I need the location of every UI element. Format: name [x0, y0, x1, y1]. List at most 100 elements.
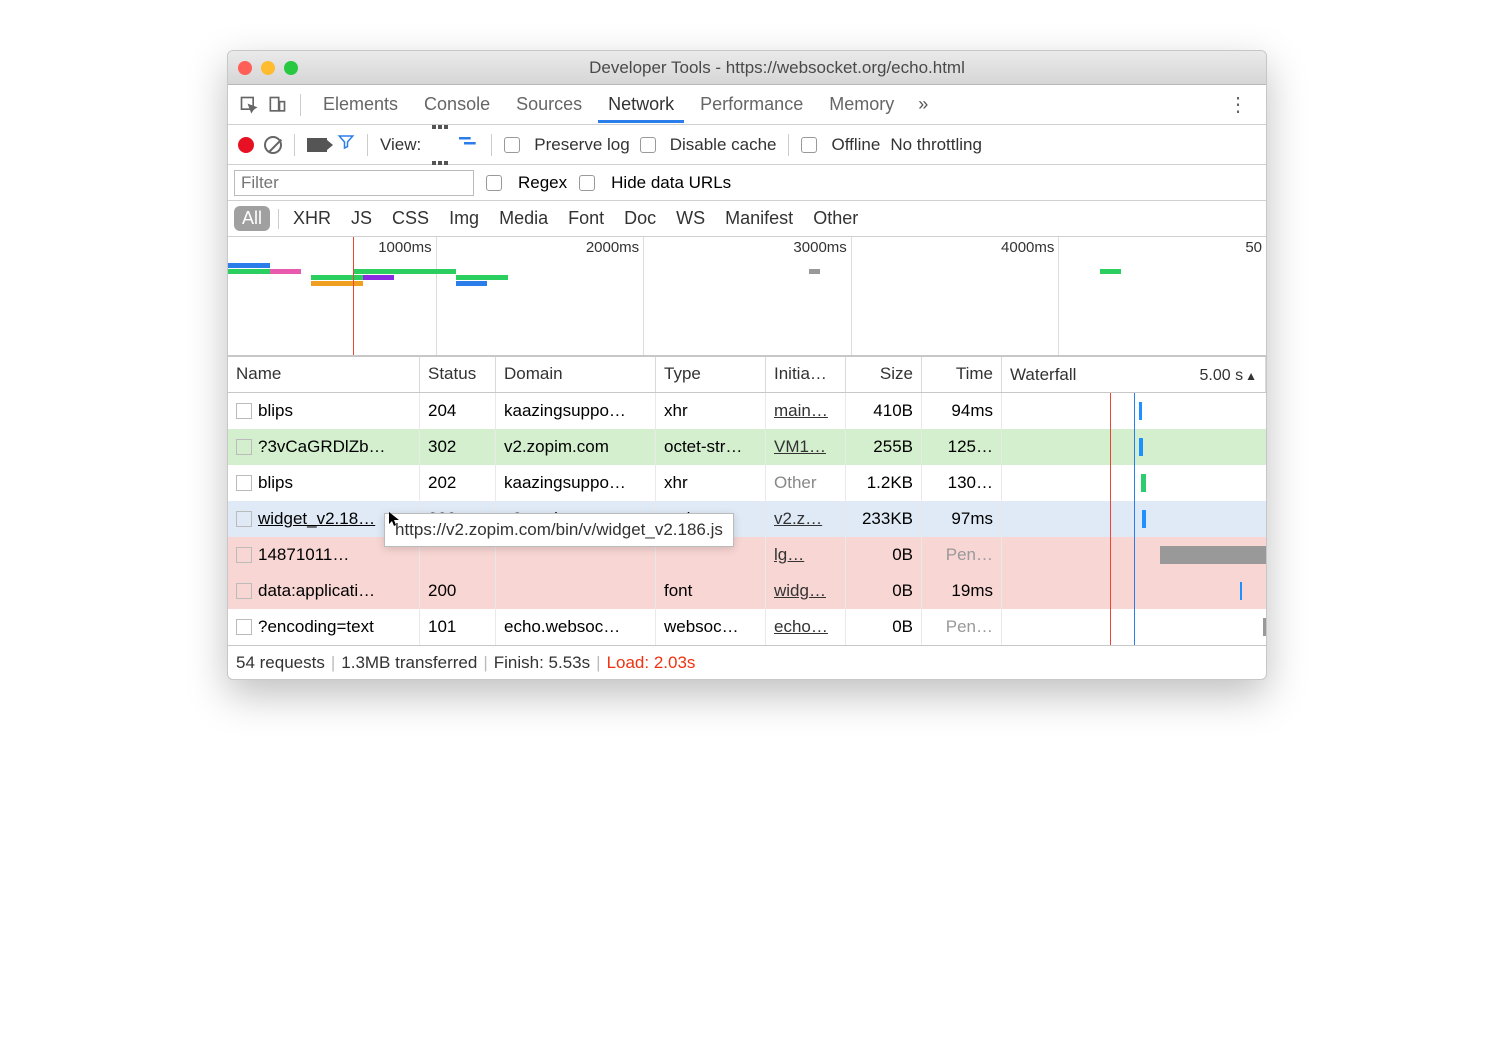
type-filter-js[interactable]: JS — [345, 206, 378, 231]
request-name: ?encoding=text — [258, 617, 374, 637]
request-initiator[interactable]: v2.z… — [774, 509, 822, 529]
request-name: widget_v2.18… — [258, 509, 375, 529]
request-size: 233KB — [846, 501, 922, 537]
request-waterfall — [1002, 609, 1266, 645]
divider — [491, 134, 492, 156]
more-tabs-icon[interactable]: » — [910, 94, 936, 115]
divider — [278, 209, 279, 229]
type-filter-other[interactable]: Other — [807, 206, 864, 231]
file-icon — [236, 475, 252, 491]
file-icon — [236, 511, 252, 527]
status-bar: 54 requests | 1.3MB transferred | Finish… — [228, 645, 1266, 679]
request-time: 19ms — [922, 573, 1002, 609]
col-header-name[interactable]: Name — [228, 357, 420, 392]
type-filter-xhr[interactable]: XHR — [287, 206, 337, 231]
file-icon — [236, 619, 252, 635]
request-type: websoc… — [656, 609, 766, 645]
request-time: Pen… — [922, 537, 1002, 573]
request-domain: kaazingsuppo… — [496, 393, 656, 429]
type-filter-all[interactable]: All — [234, 206, 270, 231]
filter-input[interactable] — [234, 170, 474, 196]
filter-bar: Regex Hide data URLs — [228, 165, 1266, 201]
status-transferred: 1.3MB transferred — [341, 653, 477, 673]
type-filter-ws[interactable]: WS — [670, 206, 711, 231]
type-filter-css[interactable]: CSS — [386, 206, 435, 231]
request-name: blips — [258, 473, 293, 493]
tab-elements[interactable]: Elements — [313, 86, 408, 123]
col-header-domain[interactable]: Domain — [496, 357, 656, 392]
tab-sources[interactable]: Sources — [506, 86, 592, 123]
request-waterfall — [1002, 573, 1266, 609]
request-waterfall — [1002, 537, 1266, 573]
tab-network[interactable]: Network — [598, 86, 684, 123]
request-size: 0B — [846, 537, 922, 573]
network-toolbar: View: Preserve log Disable cache Offline… — [228, 125, 1266, 165]
url-tooltip: https://v2.zopim.com/bin/v/widget_v2.186… — [384, 513, 734, 547]
screenshot-icon[interactable] — [307, 138, 327, 152]
close-window-button[interactable] — [238, 61, 252, 75]
regex-checkbox[interactable] — [486, 175, 502, 191]
throttling-select[interactable]: No throttling — [890, 135, 982, 155]
minimize-window-button[interactable] — [261, 61, 275, 75]
request-initiator[interactable]: echo… — [774, 617, 828, 637]
table-row[interactable]: blips204kaazingsuppo…xhrmain…410B94ms — [228, 393, 1266, 429]
table-row[interactable]: ?encoding=text 101echo.websoc…websoc… echo… — [228, 609, 1266, 645]
request-size: 1.2KB — [846, 465, 922, 501]
offline-checkbox[interactable] — [801, 137, 817, 153]
request-type: xhr — [656, 393, 766, 429]
type-filter-media[interactable]: Media — [493, 206, 554, 231]
tab-performance[interactable]: Performance — [690, 86, 813, 123]
request-domain: echo.websoc… — [496, 609, 656, 645]
request-initiator[interactable]: widg… — [774, 581, 826, 601]
table-row[interactable]: blips202kaazingsuppo…xhrOther1.2KB130… — [228, 465, 1266, 501]
inspect-element-icon[interactable] — [238, 94, 260, 116]
timeline-overview[interactable]: 1000ms2000ms3000ms4000ms50 — [228, 237, 1266, 357]
request-waterfall — [1002, 393, 1266, 429]
hide-data-urls-checkbox[interactable] — [579, 175, 595, 191]
request-time: 97ms — [922, 501, 1002, 537]
tab-console[interactable]: Console — [414, 86, 500, 123]
devtools-window: Developer Tools - https://websocket.org/… — [227, 50, 1267, 680]
record-button[interactable] — [238, 137, 254, 153]
request-time: 125… — [922, 429, 1002, 465]
clear-button[interactable] — [264, 136, 282, 154]
settings-menu-icon[interactable]: ⋮ — [1220, 92, 1256, 117]
request-domain — [496, 573, 656, 609]
disable-cache-checkbox[interactable] — [640, 137, 656, 153]
filter-icon[interactable] — [337, 133, 355, 156]
col-header-time[interactable]: Time — [922, 357, 1002, 392]
view-label: View: — [380, 135, 421, 155]
type-filter-doc[interactable]: Doc — [618, 206, 662, 231]
tab-memory[interactable]: Memory — [819, 86, 904, 123]
view-waterfall-icon[interactable] — [459, 134, 479, 155]
request-initiator[interactable]: Other — [774, 473, 817, 493]
request-status: 101 — [420, 609, 496, 645]
col-header-waterfall[interactable]: Waterfall 5.00 s▲ — [1002, 357, 1266, 392]
type-filter-manifest[interactable]: Manifest — [719, 206, 799, 231]
request-status: 204 — [420, 393, 496, 429]
maximize-window-button[interactable] — [284, 61, 298, 75]
file-icon — [236, 439, 252, 455]
preserve-log-checkbox[interactable] — [504, 137, 520, 153]
col-header-size[interactable]: Size — [846, 357, 922, 392]
table-row[interactable]: ?3vCaGRDlZb…302v2.zopim.comoctet-str…VM1… — [228, 429, 1266, 465]
file-icon — [236, 583, 252, 599]
device-toolbar-icon[interactable] — [266, 94, 288, 116]
request-initiator[interactable]: lg… — [774, 545, 804, 565]
request-size: 410B — [846, 393, 922, 429]
col-header-type[interactable]: Type — [656, 357, 766, 392]
type-filter-font[interactable]: Font — [562, 206, 610, 231]
request-initiator[interactable]: main… — [774, 401, 828, 421]
request-initiator[interactable]: VM1… — [774, 437, 826, 457]
request-domain: kaazingsuppo… — [496, 465, 656, 501]
type-filter-img[interactable]: Img — [443, 206, 485, 231]
col-header-status[interactable]: Status — [420, 357, 496, 392]
table-row[interactable]: data:applicati…200fontwidg…0B19ms — [228, 573, 1266, 609]
status-load: Load: 2.03s — [607, 653, 696, 673]
col-header-initiator[interactable]: Initia… — [766, 357, 846, 392]
window-title: Developer Tools - https://websocket.org/… — [298, 58, 1256, 78]
divider — [788, 134, 789, 156]
type-filter-bar: All XHR JS CSS Img Media Font Doc WS Man… — [228, 201, 1266, 237]
panel-tabs: Elements Console Sources Network Perform… — [228, 85, 1266, 125]
request-domain: v2.zopim.com — [496, 429, 656, 465]
